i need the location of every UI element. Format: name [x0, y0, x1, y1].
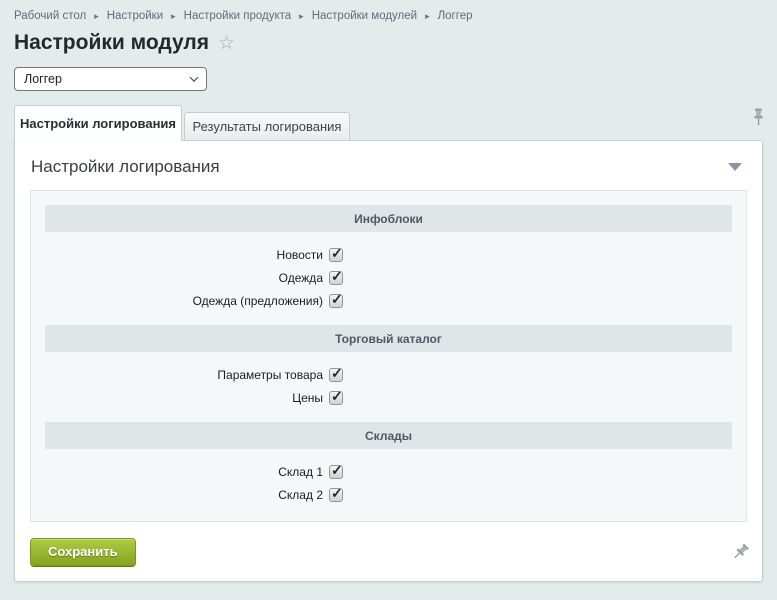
section-header-catalog: Торговый каталог	[45, 325, 732, 352]
checkbox-row: Склад 1	[45, 461, 732, 484]
row-label: Одежда (предложения)	[45, 294, 323, 308]
breadcrumb-link-product-settings[interactable]: Настройки продукта	[184, 10, 292, 22]
row-label: Склад 2	[45, 488, 323, 502]
panel-title: Настройки логирования	[31, 157, 220, 177]
section-rows: Новости Одежда Одежда (предложения)	[45, 244, 732, 313]
chevron-down-icon	[190, 73, 198, 81]
row-label: Цены	[45, 391, 323, 405]
checkbox-row: Новости	[45, 244, 732, 267]
row-checkbox[interactable]	[329, 465, 343, 479]
tab-log-results[interactable]: Результаты логирования	[184, 112, 350, 140]
form-area: Инфоблоки Новости Одежда Одежда (предлож…	[30, 190, 747, 522]
checkbox-row: Цены	[45, 387, 732, 410]
row-label: Склад 1	[45, 465, 323, 479]
breadcrumb-link-module-settings[interactable]: Настройки модулей	[312, 10, 417, 22]
row-label: Одежда	[45, 271, 323, 285]
tab-log-settings[interactable]: Настройки логирования	[14, 105, 182, 141]
breadcrumb: Рабочий стол ▸ Настройки ▸ Настройки про…	[14, 0, 763, 22]
module-select-value: Логгер	[24, 72, 62, 86]
row-checkbox[interactable]	[329, 391, 343, 405]
panel-footer: Сохранить	[15, 522, 762, 581]
section-header-warehouses: Склады	[45, 422, 732, 449]
breadcrumb-arrow-icon: ▸	[425, 12, 430, 21]
breadcrumb-link-desktop[interactable]: Рабочий стол	[14, 10, 86, 22]
save-button[interactable]: Сохранить	[30, 538, 136, 566]
pin-icon[interactable]	[730, 541, 752, 563]
breadcrumb-link-settings[interactable]: Настройки	[107, 10, 163, 22]
breadcrumb-arrow-icon: ▸	[299, 12, 304, 21]
breadcrumb-arrow-icon: ▸	[94, 12, 99, 21]
tab-bar: Настройки логирования Результаты логиров…	[14, 104, 763, 140]
row-checkbox[interactable]	[329, 271, 343, 285]
breadcrumb-arrow-icon: ▸	[171, 12, 176, 21]
section-rows: Склад 1 Склад 2	[45, 461, 732, 507]
checkbox-row: Одежда	[45, 267, 732, 290]
settings-panel: Настройки логирования Инфоблоки Новости …	[14, 140, 763, 582]
section-header-infoblocks: Инфоблоки	[45, 205, 732, 232]
checkbox-row: Одежда (предложения)	[45, 290, 732, 313]
row-label: Новости	[45, 248, 323, 262]
favorite-star-icon[interactable]: ☆	[218, 34, 235, 53]
collapse-arrow-icon[interactable]	[728, 163, 742, 171]
breadcrumb-link-logger[interactable]: Логгер	[438, 10, 473, 22]
row-checkbox[interactable]	[329, 368, 343, 382]
page-background: { "breadcrumb": { "separator": "▸", "ite…	[0, 0, 777, 600]
row-checkbox[interactable]	[329, 488, 343, 502]
panel-header: Настройки логирования	[15, 141, 762, 190]
row-checkbox[interactable]	[329, 248, 343, 262]
checkbox-row: Склад 2	[45, 484, 732, 507]
module-select[interactable]: Логгер	[14, 67, 207, 91]
checkbox-row: Параметры товара	[45, 364, 732, 387]
page-title: Настройки модуля	[14, 31, 209, 55]
row-label: Параметры товара	[45, 368, 323, 382]
row-checkbox[interactable]	[329, 294, 343, 308]
section-rows: Параметры товара Цены	[45, 364, 732, 410]
